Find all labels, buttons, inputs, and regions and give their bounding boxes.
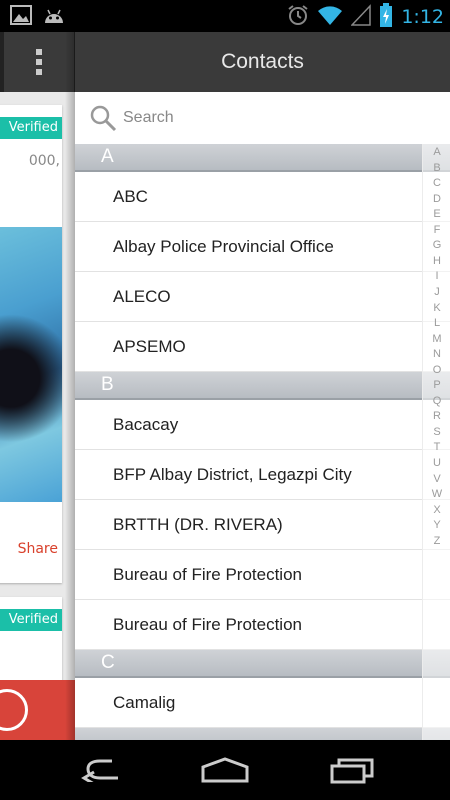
- index-letter[interactable]: N: [423, 348, 450, 360]
- index-letter[interactable]: E: [423, 208, 450, 220]
- index-letter[interactable]: P: [423, 379, 450, 391]
- contact-row[interactable]: BRTTH (DR. RIVERA): [75, 500, 450, 550]
- index-letter[interactable]: X: [423, 504, 450, 516]
- home-icon: [201, 757, 249, 783]
- section-letter: C: [101, 652, 115, 673]
- overflow-menu-button[interactable]: [4, 32, 74, 92]
- signal-icon: [350, 4, 372, 30]
- index-letter[interactable]: M: [423, 333, 450, 345]
- battery-charging-icon: [379, 3, 393, 31]
- verified-badge: Verified: [0, 117, 62, 139]
- contact-name: ALECO: [113, 287, 171, 306]
- contact-row[interactable]: Albay Police Provincial Office: [75, 222, 450, 272]
- contact-row[interactable]: ALECO: [75, 272, 450, 322]
- overflow-dots-icon: [36, 49, 42, 75]
- contact-row[interactable]: APSEMO: [75, 322, 450, 372]
- index-letter[interactable]: R: [423, 410, 450, 422]
- background-actionbar: [0, 32, 75, 92]
- index-letter[interactable]: U: [423, 457, 450, 469]
- search-icon: [89, 104, 117, 132]
- contact-row[interactable]: Bacacay: [75, 400, 450, 450]
- index-letter[interactable]: F: [423, 224, 450, 236]
- contact-name: Camalig: [113, 693, 176, 712]
- wifi-icon: [317, 4, 343, 30]
- alphabet-index-scroller[interactable]: ABCDEFGHIJKLMNOPQRSTUVWXYZ: [422, 144, 450, 740]
- back-button[interactable]: [70, 752, 130, 788]
- contact-name: Albay Police Provincial Office: [113, 237, 334, 256]
- contact-name: ABC: [113, 187, 148, 206]
- index-letter[interactable]: T: [423, 441, 450, 453]
- section-header: C: [75, 650, 450, 678]
- index-letter[interactable]: H: [423, 255, 450, 267]
- index-letter[interactable]: Y: [423, 519, 450, 531]
- back-icon: [81, 759, 118, 782]
- section-letter: A: [101, 146, 114, 167]
- section-header: B: [75, 372, 450, 400]
- gallery-icon: [10, 5, 32, 29]
- background-app[interactable]: Verified 000, Share Verified: [0, 32, 75, 740]
- home-button[interactable]: [195, 752, 255, 788]
- search-bar[interactable]: [75, 92, 450, 144]
- page-title: Contacts: [221, 50, 304, 73]
- contact-row[interactable]: ABC: [75, 172, 450, 222]
- index-letter[interactable]: O: [423, 364, 450, 376]
- index-letter[interactable]: D: [423, 193, 450, 205]
- search-input[interactable]: [123, 102, 433, 134]
- card-text: 000,: [28, 153, 60, 169]
- contact-row[interactable]: BFP Albay District, Legazpi City: [75, 450, 450, 500]
- index-letter[interactable]: K: [423, 302, 450, 314]
- recents-button[interactable]: [322, 752, 382, 788]
- verified-badge: Verified: [0, 609, 62, 631]
- alarm-icon: [287, 4, 309, 30]
- clock-time: 1:12: [401, 6, 444, 28]
- contact-name: BFP Albay District, Legazpi City: [113, 465, 352, 484]
- contact-name: BRTTH (DR. RIVERA): [113, 515, 283, 534]
- panel-shadow: [65, 32, 75, 740]
- recents-icon: [330, 758, 374, 784]
- contact-row[interactable]: Bureau of Fire Protection: [75, 600, 450, 650]
- contact-list[interactable]: A ABC Albay Police Provincial Office ALE…: [75, 144, 450, 740]
- section-header: A: [75, 144, 450, 172]
- location-pin-icon: [0, 689, 28, 731]
- contact-row[interactable]: Camalig: [75, 678, 450, 728]
- index-letter[interactable]: A: [423, 146, 450, 158]
- section-letter: B: [101, 374, 114, 395]
- card-photo: [0, 227, 62, 502]
- android-icon: [42, 5, 66, 29]
- index-letter[interactable]: C: [423, 177, 450, 189]
- section-header: [75, 728, 450, 740]
- contact-name: Bacacay: [113, 415, 179, 434]
- index-letter[interactable]: G: [423, 239, 450, 251]
- status-bar: 1:12: [0, 0, 450, 32]
- contact-name: Bureau of Fire Protection: [113, 615, 302, 634]
- index-letter[interactable]: I: [423, 270, 450, 282]
- share-link[interactable]: Share: [0, 541, 58, 557]
- contact-name: APSEMO: [113, 337, 186, 356]
- index-letter[interactable]: S: [423, 426, 450, 438]
- index-letter[interactable]: J: [423, 286, 450, 298]
- navigation-bar: [0, 740, 450, 800]
- emergency-fab[interactable]: [0, 680, 75, 740]
- index-letter[interactable]: V: [423, 473, 450, 485]
- index-letter[interactable]: Q: [423, 395, 450, 407]
- index-letter[interactable]: W: [423, 488, 450, 500]
- feed-card[interactable]: Verified 000, Share: [0, 105, 62, 583]
- index-letter[interactable]: Z: [423, 535, 450, 547]
- index-letter[interactable]: L: [423, 317, 450, 329]
- index-letter[interactable]: B: [423, 162, 450, 174]
- contact-name: Bureau of Fire Protection: [113, 565, 302, 584]
- contacts-actionbar: Contacts: [75, 32, 450, 92]
- contact-row[interactable]: Bureau of Fire Protection: [75, 550, 450, 600]
- contacts-panel: Contacts A ABC Albay Police Provincial O…: [75, 32, 450, 740]
